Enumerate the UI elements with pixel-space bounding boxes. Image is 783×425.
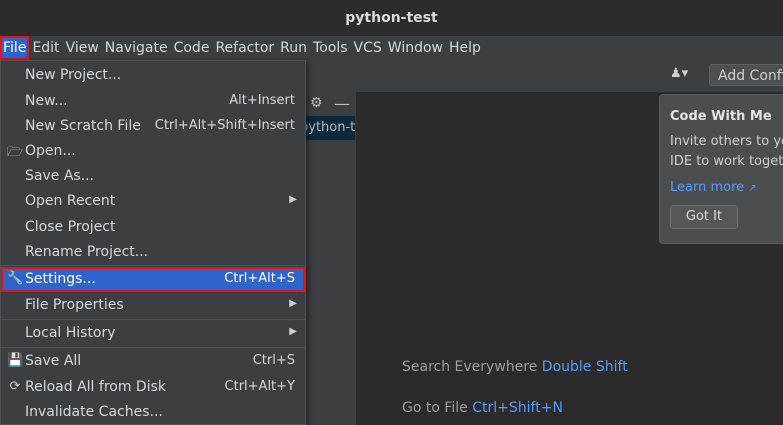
submenu-arrow-icon: ▶ — [289, 298, 297, 309]
menu-vcs[interactable]: VCS — [351, 36, 385, 60]
menu-item-label: Save As... — [25, 168, 95, 184]
menu-item-settings[interactable]: 🔧 Settings... Ctrl+Alt+S — [1, 267, 305, 292]
menu-item-shortcut: Ctrl+Alt+Shift+Insert — [154, 118, 295, 133]
window-titlebar: python-test — [0, 0, 783, 36]
menu-item-label: Reload All from Disk — [25, 379, 166, 395]
menu-item-label: Rename Project... — [25, 244, 149, 260]
menu-item-save-all[interactable]: 💾 Save All Ctrl+S — [1, 349, 305, 374]
submenu-arrow-icon: ▶ — [289, 326, 297, 337]
menu-item-shortcut: Ctrl+Alt+Y — [224, 379, 295, 394]
menu-separator — [1, 265, 305, 266]
menu-window[interactable]: Window — [385, 36, 446, 60]
menu-item-reload-all[interactable]: ⟳ Reload All from Disk Ctrl+Alt+Y — [1, 375, 305, 400]
menu-separator — [1, 319, 305, 320]
menu-item-shortcut: Ctrl+S — [252, 353, 295, 368]
menu-item-label: Invalidate Caches... — [25, 404, 163, 420]
goto-file-label: Go to File — [402, 400, 468, 416]
menu-separator — [1, 347, 305, 348]
menu-item-new[interactable]: New... Alt+Insert — [1, 89, 305, 114]
search-everywhere-hint: Search Everywhere Double Shift — [402, 359, 628, 375]
menu-item-new-project[interactable]: New Project... — [1, 63, 305, 88]
goto-file-hint: Go to File Ctrl+Shift+N — [402, 400, 563, 416]
menu-item-save-as[interactable]: Save As... — [1, 164, 305, 189]
external-link-icon: ↗ — [748, 183, 757, 194]
menu-item-label: Open Recent — [25, 193, 116, 209]
menu-item-label: Close Project — [25, 219, 116, 235]
user-dropdown-icon[interactable]: ♟▾ — [670, 66, 688, 81]
popup-body-line1: Invite others to your — [670, 134, 783, 149]
menu-bar: File Edit View Navigate Code Refactor Ru… — [0, 36, 783, 60]
wrench-icon: 🔧 — [7, 271, 24, 286]
menu-item-label: Save All — [25, 353, 82, 369]
code-with-me-popup: Code With Me Invite others to your IDE t… — [659, 94, 783, 244]
popup-body: Invite others to your IDE to work togeth… — [670, 132, 783, 172]
menu-item-label: Local History — [25, 325, 116, 341]
menu-refactor[interactable]: Refactor — [212, 36, 277, 60]
menu-item-label: New... — [25, 93, 68, 109]
menu-item-label: File Properties — [25, 297, 124, 313]
menu-item-shortcut: Ctrl+Alt+S — [224, 271, 295, 286]
menu-run[interactable]: Run — [277, 36, 310, 60]
menu-item-close-project[interactable]: Close Project — [1, 215, 305, 240]
menu-navigate[interactable]: Navigate — [102, 36, 171, 60]
menu-item-label: Open... — [25, 143, 76, 159]
menu-item-invalidate-caches[interactable]: Invalidate Caches... — [1, 400, 305, 425]
menu-item-label: Settings... — [25, 271, 96, 287]
got-it-button[interactable]: Got It — [670, 205, 738, 229]
menu-edit[interactable]: Edit — [29, 36, 62, 60]
submenu-arrow-icon: ▶ — [289, 194, 297, 205]
menu-item-label: New Project... — [25, 67, 122, 83]
menu-code[interactable]: Code — [171, 36, 213, 60]
menu-item-open-recent[interactable]: Open Recent ▶ — [1, 189, 305, 214]
gear-icon[interactable]: ⚙ — [310, 95, 323, 111]
popup-title: Code With Me — [670, 109, 772, 124]
menu-help[interactable]: Help — [446, 36, 484, 60]
goto-file-shortcut: Ctrl+Shift+N — [472, 400, 563, 416]
reload-icon: ⟳ — [9, 379, 21, 394]
file-menu-dropdown: New Project... New... Alt+Insert New Scr… — [0, 60, 306, 425]
search-everywhere-shortcut: Double Shift — [541, 359, 628, 375]
menu-item-file-properties[interactable]: File Properties ▶ — [1, 293, 305, 318]
popup-body-line2: IDE to work together — [670, 154, 783, 169]
folder-icon: 🗁 — [7, 145, 24, 160]
minimize-icon[interactable]: — — [334, 94, 350, 113]
learn-more-label[interactable]: Learn more — [670, 180, 744, 195]
menu-tools[interactable]: Tools — [310, 36, 351, 60]
menu-item-local-history[interactable]: Local History ▶ — [1, 321, 305, 346]
save-icon: 💾 — [7, 353, 24, 368]
window-title: python-test — [345, 10, 438, 26]
menu-file[interactable]: File — [0, 36, 30, 60]
menu-view[interactable]: View — [63, 36, 102, 60]
add-configuration-button[interactable]: Add Configuration... — [709, 64, 783, 86]
menu-item-open[interactable]: 🗁 Open... — [1, 139, 305, 164]
menu-item-new-scratch-file[interactable]: New Scratch File Ctrl+Alt+Shift+Insert — [1, 114, 305, 139]
menu-item-label: New Scratch File — [25, 118, 141, 134]
menu-item-rename-project[interactable]: Rename Project... — [1, 240, 305, 265]
menu-item-shortcut: Alt+Insert — [229, 93, 295, 108]
search-everywhere-label: Search Everywhere — [402, 359, 538, 375]
learn-more-link[interactable]: Learn more ↗ — [670, 180, 783, 195]
